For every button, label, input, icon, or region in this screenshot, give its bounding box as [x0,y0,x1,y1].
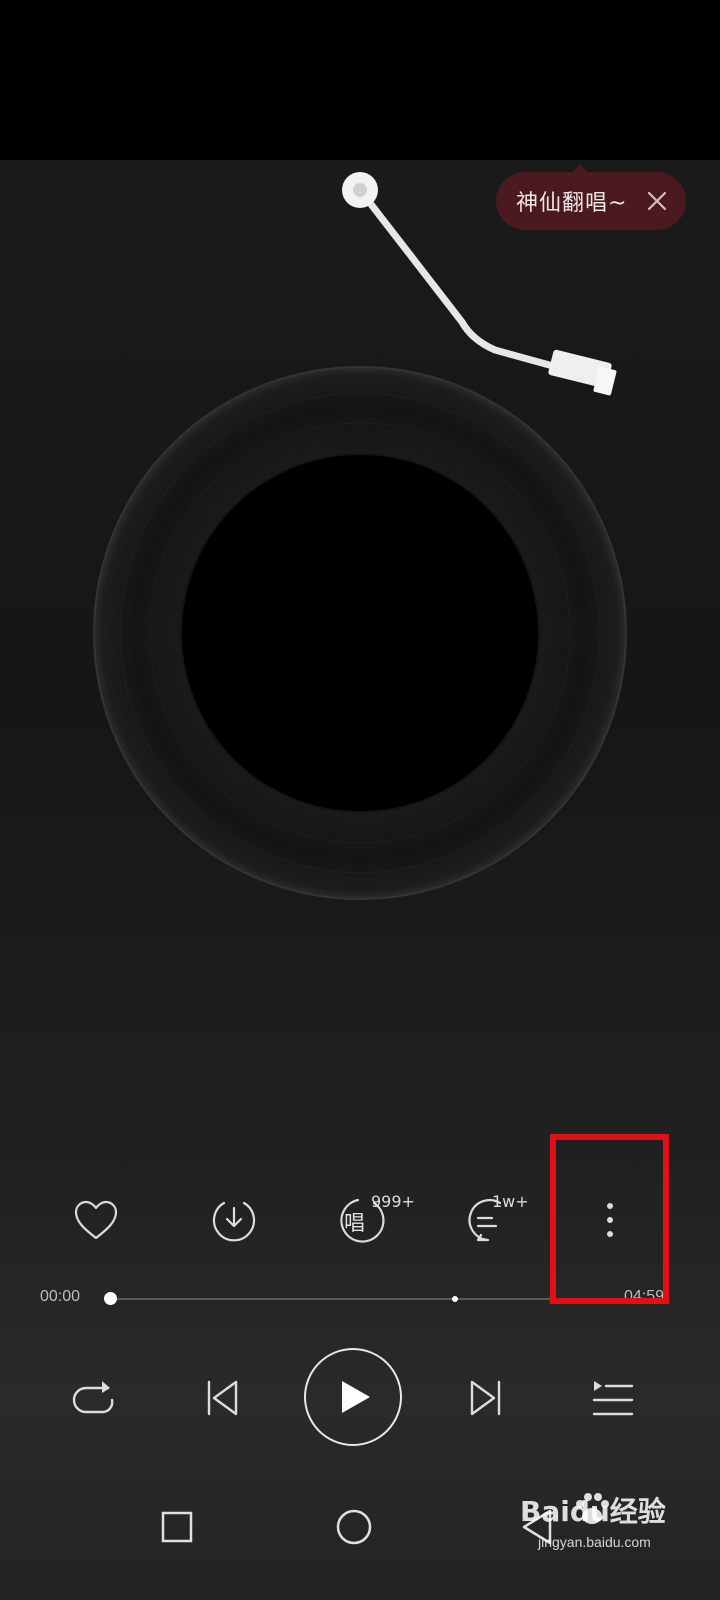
play-button[interactable] [304,1348,402,1446]
watermark-url: jingyan.baidu.com [538,1534,651,1550]
playlist-button[interactable] [580,1366,644,1430]
highlight-box [550,1134,669,1304]
like-button[interactable] [64,1188,128,1252]
skip-previous-icon [207,1380,238,1416]
progress-knob[interactable] [104,1292,117,1305]
baidu-watermark: Baidu经验 jingyan.baidu.com [520,1488,710,1558]
next-button[interactable] [454,1366,518,1430]
repeat-icon [72,1381,114,1414]
sing-glyph: 唱 [344,1211,365,1235]
repeat-button[interactable] [62,1366,126,1430]
close-icon[interactable] [644,188,670,214]
playlist-icon [592,1381,634,1416]
vinyl-record[interactable] [92,365,628,901]
play-icon [342,1381,370,1413]
previous-button[interactable] [190,1366,254,1430]
download-button[interactable] [202,1188,266,1252]
recommend-popup[interactable]: 神仙翻唱~ [496,164,686,230]
download-icon [212,1201,256,1242]
home-icon[interactable] [335,1508,373,1546]
progress-track[interactable] [110,1298,620,1300]
sing-count-badge: 999+ [371,1192,415,1211]
skip-next-icon [470,1380,501,1416]
watermark-brand: Baidu经验 [520,1495,666,1528]
buffer-marker [452,1296,458,1302]
recent-apps-icon[interactable] [160,1510,194,1544]
popup-text: 神仙翻唱~ [516,191,628,216]
heart-icon [74,1200,118,1240]
current-time: 00:00 [40,1288,81,1305]
comment-count-badge: 1w+ [492,1192,529,1211]
